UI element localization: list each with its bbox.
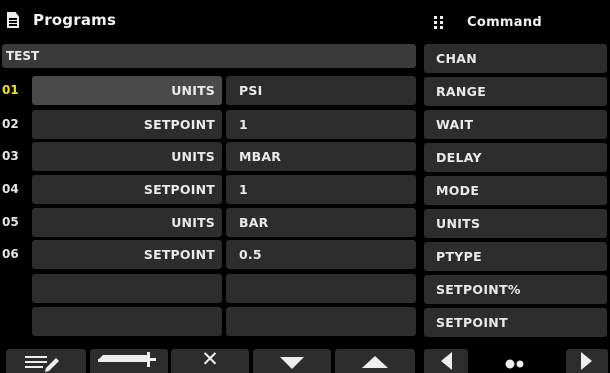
command-range-button[interactable]: RANGE bbox=[424, 77, 607, 106]
command-units-button[interactable]: UNITS bbox=[424, 209, 607, 238]
program-row: 04 SETPOINT 1 bbox=[0, 175, 418, 204]
row-command-cell[interactable]: SETPOINT bbox=[32, 240, 222, 269]
edit-icon bbox=[25, 356, 59, 372]
previous-page-button[interactable] bbox=[424, 349, 468, 373]
row-value-cell[interactable]: 1 bbox=[226, 110, 416, 139]
row-command-cell[interactable] bbox=[32, 307, 222, 336]
command-delay-button[interactable]: DELAY bbox=[424, 143, 607, 172]
next-page-icon bbox=[581, 352, 592, 370]
row-value-cell[interactable]: 1 bbox=[226, 175, 416, 204]
insert-button[interactable] bbox=[90, 349, 168, 373]
insert-icon bbox=[98, 352, 156, 367]
command-panel-title: Command bbox=[467, 14, 542, 30]
move-up-icon bbox=[362, 356, 388, 368]
command-chan-button[interactable]: CHAN bbox=[424, 44, 607, 73]
program-row bbox=[0, 307, 418, 336]
program-row: 02 SETPOINT 1 bbox=[0, 110, 418, 139]
command-setpoint-button[interactable]: SETPOINT bbox=[424, 308, 607, 337]
row-value-cell[interactable]: PSI bbox=[226, 76, 416, 105]
row-number: 01 bbox=[2, 83, 19, 97]
row-command-cell[interactable]: SETPOINT bbox=[32, 110, 222, 139]
grid-icon[interactable] bbox=[431, 13, 449, 31]
move-down-button[interactable] bbox=[253, 349, 331, 373]
page-indicator-dots bbox=[505, 359, 524, 369]
command-panel-header: Command bbox=[424, 6, 610, 38]
row-value-cell[interactable] bbox=[226, 307, 416, 336]
command-setpoint-percent-button[interactable]: SETPOINT% bbox=[424, 275, 607, 304]
delete-button[interactable]: ✕ bbox=[171, 347, 249, 373]
row-command-cell[interactable]: SETPOINT bbox=[32, 175, 222, 204]
command-ptype-button[interactable]: PTYPE bbox=[424, 242, 607, 271]
row-value-cell[interactable] bbox=[226, 274, 416, 303]
row-command-cell[interactable] bbox=[32, 274, 222, 303]
header-bar: Programs bbox=[0, 0, 418, 40]
move-up-button[interactable] bbox=[335, 349, 415, 373]
command-wait-button[interactable]: WAIT bbox=[424, 110, 607, 139]
row-number: 04 bbox=[2, 182, 19, 196]
program-row: 06 SETPOINT 0.5 bbox=[0, 240, 418, 269]
row-value-cell[interactable]: BAR bbox=[226, 208, 416, 237]
row-number bbox=[2, 307, 30, 336]
program-row: 01 UNITS PSI bbox=[0, 76, 418, 105]
row-command-cell[interactable]: UNITS bbox=[32, 76, 222, 105]
row-number: 03 bbox=[2, 149, 19, 163]
row-number: 05 bbox=[2, 215, 19, 229]
command-mode-button[interactable]: MODE bbox=[424, 176, 607, 205]
bottom-toolbar: ✕ bbox=[0, 346, 610, 373]
move-down-icon bbox=[280, 357, 304, 369]
row-command-cell[interactable]: UNITS bbox=[32, 208, 222, 237]
row-command-cell[interactable]: UNITS bbox=[32, 142, 222, 171]
document-icon bbox=[7, 12, 19, 28]
row-value-cell[interactable]: MBAR bbox=[226, 142, 416, 171]
program-row: 03 UNITS MBAR bbox=[0, 142, 418, 171]
program-row: 05 UNITS BAR bbox=[0, 208, 418, 237]
edit-button[interactable] bbox=[6, 349, 86, 373]
delete-icon: ✕ bbox=[201, 347, 219, 371]
program-row bbox=[0, 274, 418, 303]
row-number bbox=[2, 274, 30, 303]
page-indicator bbox=[470, 349, 564, 373]
next-page-button[interactable] bbox=[566, 349, 608, 373]
page-title: Programs bbox=[33, 11, 117, 29]
program-name-field[interactable]: TEST bbox=[2, 44, 416, 68]
row-value-cell[interactable]: 0.5 bbox=[226, 240, 416, 269]
previous-page-icon bbox=[441, 352, 452, 370]
row-number: 06 bbox=[2, 247, 19, 261]
row-number: 02 bbox=[2, 117, 19, 131]
